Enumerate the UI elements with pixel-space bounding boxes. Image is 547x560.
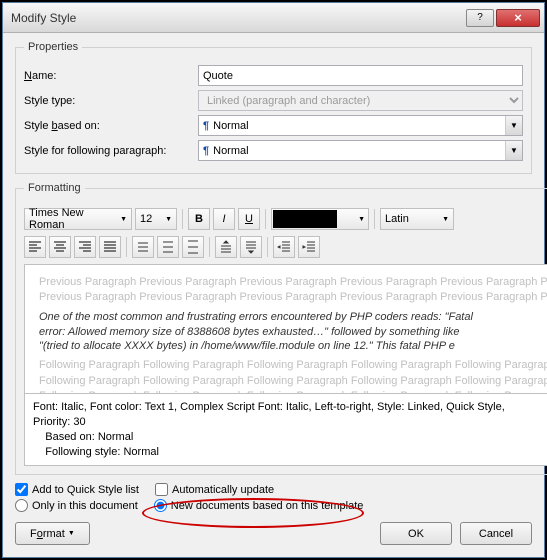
color-swatch [273,210,337,228]
based-on-label: Style based on: [24,120,198,132]
auto-update-checkbox[interactable]: Automatically update [155,483,274,496]
help-button[interactable]: ? [466,9,494,27]
quick-style-checkbox[interactable]: Add to Quick Style list [15,483,139,496]
options-area: Add to Quick Style list Automatically up… [15,483,532,512]
name-input[interactable] [198,65,523,86]
bold-button[interactable]: B [188,208,210,230]
titlebar: Modify Style ? × [3,3,544,33]
name-label: Name: [24,70,198,82]
formatting-legend: Formatting [24,182,85,194]
chevron-down-icon: ▼ [505,141,522,160]
align-right-button[interactable] [74,236,96,258]
line-spacing-2-button[interactable] [182,236,204,258]
window-title: Modify Style [11,11,464,25]
close-button[interactable]: × [496,9,540,27]
only-this-doc-radio[interactable]: Only in this document [15,499,138,512]
italic-button[interactable]: I [213,208,235,230]
ok-button[interactable]: OK [380,522,452,545]
style-description: Font: Italic, Font color: Text 1, Comple… [24,394,547,466]
properties-legend: Properties [24,41,82,53]
font-color-select[interactable]: ▼ [271,208,369,230]
space-before-inc-button[interactable] [215,236,237,258]
properties-group: Properties Name: Style type: Linked (par… [15,41,532,174]
sample-text: One of the most common and frustrating e… [39,310,547,355]
decrease-indent-button[interactable] [273,236,295,258]
font-family-select[interactable]: Times New Roman▼ [24,208,132,230]
line-spacing-15-button[interactable] [157,236,179,258]
following-label: Style for following paragraph: [24,145,198,157]
align-center-button[interactable] [49,236,71,258]
format-button[interactable]: Format ▼ [15,522,90,545]
line-spacing-1-button[interactable] [132,236,154,258]
cancel-button[interactable]: Cancel [460,522,532,545]
new-docs-template-radio[interactable]: New documents based on this template [154,499,364,512]
underline-button[interactable]: U [238,208,260,230]
pilcrow-icon: ¶ [203,145,209,157]
style-type-select: Linked (paragraph and character) [198,90,523,111]
following-select[interactable]: ¶ Normal ▼ [198,140,523,161]
font-size-select[interactable]: 12▼ [135,208,177,230]
align-justify-button[interactable] [99,236,121,258]
script-select[interactable]: Latin▼ [380,208,454,230]
modify-style-dialog: Modify Style ? × Properties Name: Style … [2,2,545,558]
paragraph-toolbar [24,236,547,258]
style-type-label: Style type: [24,95,198,107]
font-toolbar: Times New Roman▼ 12▼ B I U ▼ Latin▼ [24,208,547,230]
preview-pane: Previous Paragraph Previous Paragraph Pr… [24,264,547,394]
based-on-select[interactable]: ¶ Normal ▼ [198,115,523,136]
pilcrow-icon: ¶ [203,120,209,132]
formatting-group: Formatting Times New Roman▼ 12▼ B I U ▼ … [15,182,547,475]
chevron-down-icon: ▼ [505,116,522,135]
increase-indent-button[interactable] [298,236,320,258]
space-before-dec-button[interactable] [240,236,262,258]
align-left-button[interactable] [24,236,46,258]
